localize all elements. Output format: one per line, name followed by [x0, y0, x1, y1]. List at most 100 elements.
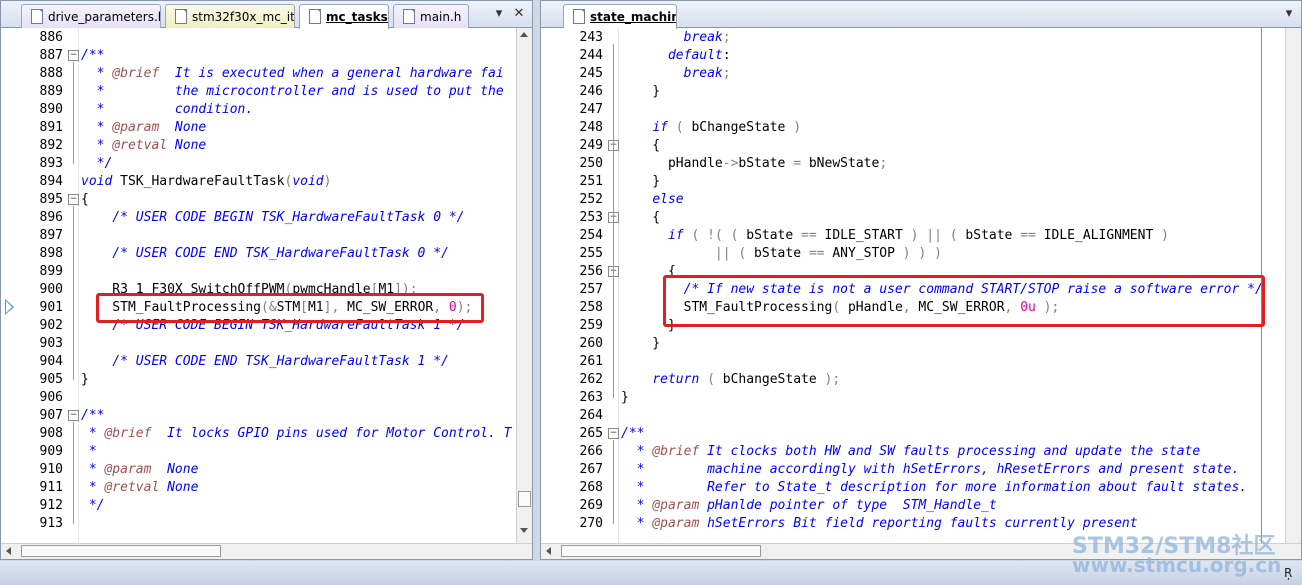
- fold-guide: [613, 440, 614, 524]
- highlight-box: [663, 275, 1265, 327]
- horizontal-scrollbar[interactable]: [1, 543, 532, 559]
- line-number: 267: [579, 462, 603, 477]
- code-line[interactable]: /**: [81, 47, 104, 65]
- line-number: 892: [39, 138, 63, 153]
- code-line[interactable]: break;: [621, 29, 731, 47]
- code-line[interactable]: {: [81, 191, 89, 209]
- line-number: 898: [39, 246, 63, 261]
- code-line[interactable]: /* USER CODE BEGIN TSK_HardwareFaultTask…: [81, 209, 464, 227]
- file-icon: [175, 9, 187, 24]
- tab-state-machine-c[interactable]: state_machine.c: [563, 4, 677, 29]
- vertical-scrollbar[interactable]: [516, 28, 532, 543]
- scroll-thumb[interactable]: [518, 491, 531, 507]
- line-number: 249: [579, 138, 603, 153]
- line-number: 266: [579, 444, 603, 459]
- code-line[interactable]: */: [81, 497, 105, 515]
- code-line[interactable]: }: [621, 83, 660, 101]
- code-line[interactable]: * @param hSetErrors Bit field reporting …: [621, 515, 1138, 533]
- tab-stm32f30x-mc-it-c[interactable]: stm32f30x_mc_it.c: [165, 4, 295, 28]
- line-number: 900: [39, 282, 63, 297]
- code-area[interactable]: 886 887/** −888 * @brief It is executed wh…: [1, 28, 516, 543]
- line-number: 248: [579, 120, 603, 135]
- code-line[interactable]: {: [621, 209, 660, 227]
- code-line[interactable]: * the microcontroller and is used to put…: [81, 83, 504, 101]
- line-number: 261: [579, 354, 603, 369]
- code-line[interactable]: return ( bChangeState );: [621, 371, 840, 389]
- code-line[interactable]: else: [621, 191, 683, 209]
- code-line[interactable]: if ( !( ( bState == IDLE_START ) || ( bS…: [621, 227, 1169, 245]
- line-number: 260: [579, 336, 603, 351]
- line-number: 243: [579, 30, 603, 45]
- fold-guide: [613, 278, 614, 326]
- code-line[interactable]: * @brief It is executed when a general h…: [81, 65, 504, 83]
- tab-list-menu-icon[interactable]: ▾: [491, 6, 507, 21]
- code-line[interactable]: * @param None: [81, 461, 199, 479]
- code-line[interactable]: * @brief It locks GPIO pins used for Mot…: [81, 425, 512, 443]
- fold-toggle-icon[interactable]: −: [68, 410, 79, 421]
- fold-toggle-icon[interactable]: −: [68, 194, 79, 205]
- code-line[interactable]: * @retval None: [81, 479, 199, 497]
- code-line[interactable]: * @brief It clocks both HW and SW faults…: [621, 443, 1201, 461]
- line-number: 259: [579, 318, 603, 333]
- tab-main-h[interactable]: main.h: [393, 4, 469, 28]
- code-line[interactable]: /* USER CODE END TSK_HardwareFaultTask 1…: [81, 353, 449, 371]
- file-icon: [573, 9, 585, 24]
- code-line[interactable]: || ( bState == ANY_STOP ) ) ): [621, 245, 942, 263]
- close-icon[interactable]: ✕: [511, 6, 527, 21]
- line-number: 268: [579, 480, 603, 495]
- line-number: 890: [39, 102, 63, 117]
- fold-guide: [73, 62, 74, 164]
- scroll-left-arrow-icon[interactable]: [6, 547, 11, 555]
- code-line[interactable]: * @param None: [81, 119, 207, 137]
- scroll-thumb[interactable]: [21, 545, 221, 557]
- code-line[interactable]: break;: [621, 65, 731, 83]
- fold-toggle-icon[interactable]: −: [608, 428, 619, 439]
- code-line[interactable]: * Refer to State_t description for more …: [621, 479, 1248, 497]
- file-icon: [309, 9, 321, 24]
- code-line[interactable]: }: [621, 389, 629, 407]
- code-line[interactable]: * @param pHanlde pointer of type STM_Han…: [621, 497, 997, 515]
- code-line[interactable]: /**: [621, 425, 644, 443]
- code-line[interactable]: if ( bChangeState ): [621, 119, 801, 137]
- code-line[interactable]: }: [621, 335, 660, 353]
- watermark-url: www.stmcu.org.cn: [1072, 553, 1282, 577]
- line-number: 903: [39, 336, 63, 351]
- fold-guide: [73, 422, 74, 524]
- line-number: 255: [579, 246, 603, 261]
- code-line[interactable]: * @retval None: [81, 137, 207, 155]
- scroll-left-arrow-icon[interactable]: [546, 547, 551, 555]
- code-line[interactable]: }: [81, 371, 89, 389]
- code-line[interactable]: pHandle->bState = bNewState;: [621, 155, 887, 173]
- pin-icon[interactable]: Ŗ: [1284, 566, 1292, 580]
- line-number: 910: [39, 462, 63, 477]
- code-line[interactable]: * condition.: [81, 101, 254, 119]
- line-number: 888: [39, 66, 63, 81]
- code-line[interactable]: /* USER CODE END TSK_HardwareFaultTask 0…: [81, 245, 449, 263]
- code-line[interactable]: * machine accordingly with hSetErrors, h…: [621, 461, 1240, 479]
- scroll-up-arrow-icon[interactable]: [520, 32, 528, 37]
- vertical-scrollbar[interactable]: [1285, 28, 1301, 543]
- code-line[interactable]: *: [81, 443, 97, 461]
- line-number: 269: [579, 498, 603, 513]
- line-number: 252: [579, 192, 603, 207]
- line-number: 257: [579, 282, 603, 297]
- line-number: 909: [39, 444, 63, 459]
- scroll-thumb[interactable]: [561, 545, 761, 557]
- code-line[interactable]: {: [621, 137, 660, 155]
- line-number: 265: [579, 426, 603, 441]
- tab-mc-tasks-c[interactable]: mc_tasks.c: [299, 4, 389, 29]
- fold-toggle-icon[interactable]: −: [68, 50, 79, 61]
- line-number: 250: [579, 156, 603, 171]
- line-number: 906: [39, 390, 63, 405]
- code-line[interactable]: */: [81, 155, 113, 173]
- right-tab-bar: state_machine.c ▾: [541, 1, 1301, 29]
- code-line[interactable]: void TSK_HardwareFaultTask(void): [81, 173, 331, 191]
- code-line[interactable]: default:: [621, 47, 731, 65]
- tab-drive-parameters-h[interactable]: drive_parameters.h: [21, 4, 161, 28]
- code-line[interactable]: }: [621, 173, 660, 191]
- line-number: 264: [579, 408, 603, 423]
- tab-list-menu-icon[interactable]: ▾: [1281, 6, 1297, 21]
- code-line[interactable]: /**: [81, 407, 104, 425]
- scroll-down-arrow-icon[interactable]: [520, 528, 528, 533]
- line-number: 254: [579, 228, 603, 243]
